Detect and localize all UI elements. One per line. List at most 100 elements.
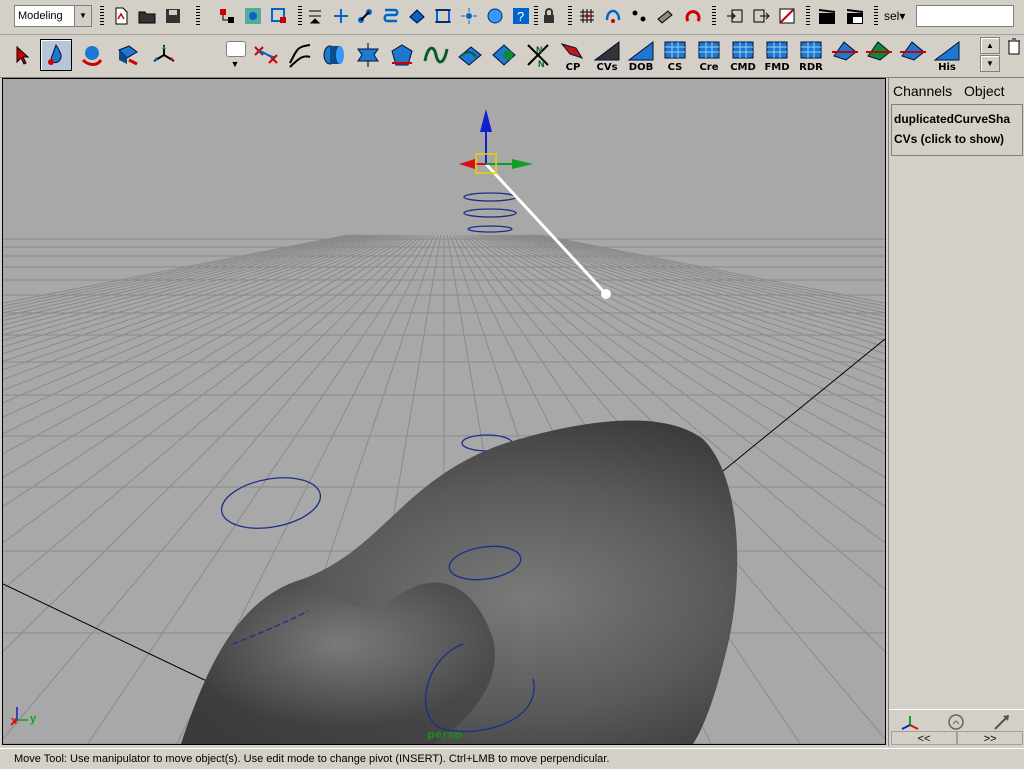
extrude-icon[interactable] (318, 39, 350, 71)
selection-input[interactable] (916, 5, 1014, 27)
new-scene-icon[interactable] (110, 5, 132, 27)
ep-curve-icon[interactable] (420, 39, 452, 71)
shelf-scroll-down-button[interactable]: ▼ (980, 55, 1000, 72)
cs-icon (664, 41, 686, 59)
scene-canvas[interactable] (3, 79, 885, 744)
perspective-viewport[interactable]: x y persp (2, 78, 886, 745)
select-by-hierarchy-icon[interactable] (216, 5, 238, 27)
cre-icon (698, 41, 720, 59)
shelf-button-dob[interactable]: DOB (624, 38, 658, 74)
separator (568, 6, 572, 26)
rotate-tool-icon[interactable] (76, 39, 108, 71)
surface-fillet-icon[interactable] (896, 38, 930, 74)
rebuild-curve-icon[interactable] (250, 39, 282, 71)
channels-menu[interactable]: Channels (893, 83, 952, 99)
snap-curve-icon[interactable] (602, 5, 624, 27)
axis-y-label: y (30, 713, 37, 725)
selection-mask-icon[interactable] (304, 5, 326, 27)
lock-selection-icon[interactable] (538, 5, 560, 27)
shelf-button-cp[interactable]: CP (556, 38, 590, 74)
render-icon[interactable] (816, 5, 838, 27)
layer-editor-toolbar (889, 709, 1024, 732)
input-ops-icon[interactable] (724, 5, 746, 27)
attach-surface-icon[interactable] (862, 38, 896, 74)
separator (298, 6, 302, 26)
separator (196, 6, 200, 26)
channel-box: Channels Object duplicatedCurveSha CVs (… (888, 78, 1024, 746)
ipr-icon[interactable] (844, 5, 866, 27)
trim-tool-icon[interactable] (488, 39, 520, 71)
output-ops-icon[interactable] (750, 5, 772, 27)
arrow-tool-icon[interactable] (987, 712, 1017, 732)
manipulator-tool-icon[interactable] (148, 39, 180, 71)
shelf-button-rdr[interactable]: RDR (794, 38, 828, 74)
snap-grid-icon[interactable] (576, 5, 598, 27)
dob-icon (627, 41, 654, 61)
shelf-button-cvs[interactable]: CVs (590, 38, 624, 74)
node-entry[interactable]: duplicatedCurveSha CVs (click to show) (891, 104, 1023, 156)
help-line: Move Tool: Use manipulator to move objec… (0, 748, 1024, 768)
shelf-button-label: His (938, 62, 956, 73)
history-icon[interactable] (776, 5, 798, 27)
layer-navigation: << >> (889, 731, 1024, 745)
select-tool-icon[interactable] (6, 39, 38, 71)
shelf-button-label: CP (565, 62, 581, 73)
shelf-tab-menu[interactable]: ▼ (224, 39, 246, 73)
render-select-icon[interactable] (484, 5, 506, 27)
lasso-move-tool-icon[interactable] (40, 39, 72, 71)
loft-icon[interactable] (386, 39, 418, 71)
svg-text:N: N (536, 45, 543, 55)
shelf-button-label: DOB (628, 62, 654, 73)
menu-set-dropdown[interactable]: Modeling ▼ (14, 5, 92, 27)
select-by-component-icon[interactable] (268, 5, 290, 27)
snap-live-icon[interactable] (682, 5, 704, 27)
nurbs-surface (181, 420, 738, 744)
revolve-icon[interactable] (352, 39, 384, 71)
surface-select-icon[interactable] (406, 5, 428, 27)
shelf-button-his[interactable]: His (930, 38, 964, 74)
shelf-button-label: RDR (799, 62, 823, 73)
shelf-button-cre[interactable]: Cre (692, 38, 726, 74)
selection-field-menu[interactable]: sel▾ (884, 9, 905, 23)
object-menu[interactable]: Object (964, 83, 1004, 99)
curve-select-icon[interactable] (380, 5, 402, 27)
fillet-curve-icon[interactable] (284, 39, 316, 71)
scale-tool-icon[interactable] (112, 39, 144, 71)
dynamics-select-icon[interactable] (458, 5, 480, 27)
deformation-select-icon[interactable] (432, 5, 454, 27)
shelf-button-fmd[interactable]: FMD (760, 38, 794, 74)
shelf-button-cmd[interactable]: CMD (726, 38, 760, 74)
manipulator-axes-icon[interactable] (895, 712, 925, 732)
snap-align-icon[interactable]: NN (522, 39, 554, 71)
node-name[interactable]: duplicatedCurveSha (894, 109, 1020, 129)
separator (100, 6, 104, 26)
cmd-icon (732, 41, 754, 59)
snap-point-icon[interactable] (628, 5, 650, 27)
snap-view-plane-icon[interactable] (654, 5, 676, 27)
select-by-object-icon[interactable] (242, 5, 264, 27)
misc-select-icon[interactable]: ? (510, 5, 532, 27)
trash-icon[interactable] (1006, 37, 1022, 55)
svg-text:N: N (538, 59, 545, 69)
compass-icon[interactable] (941, 712, 971, 732)
cv-hint[interactable]: CVs (click to show) (894, 129, 1020, 149)
handle-select-icon[interactable] (330, 5, 352, 27)
separator (806, 6, 810, 26)
axis-x-label: x (11, 715, 18, 727)
chevron-down-icon[interactable]: ▼ (74, 6, 91, 26)
joint-select-icon[interactable] (354, 5, 376, 27)
chevron-down-icon: ▾ (899, 9, 906, 23)
status-line: Modeling ▼ ? sel▾ (0, 0, 1024, 35)
shelf-button-label: FMD (764, 62, 790, 73)
save-scene-icon[interactable] (162, 5, 184, 27)
shelf-scroll-up-button[interactable]: ▲ (980, 37, 1000, 54)
chevron-down-icon: ▼ (230, 59, 240, 69)
nav-next-button[interactable]: >> (957, 731, 1023, 745)
sculpt-icon[interactable] (828, 38, 862, 74)
open-scene-icon[interactable] (136, 5, 158, 27)
shelf-tab-icon (226, 41, 246, 57)
project-curve-icon[interactable] (454, 39, 486, 71)
camera-label: persp (427, 728, 463, 741)
shelf-button-cs[interactable]: CS (658, 38, 692, 74)
nav-prev-button[interactable]: << (891, 731, 957, 745)
